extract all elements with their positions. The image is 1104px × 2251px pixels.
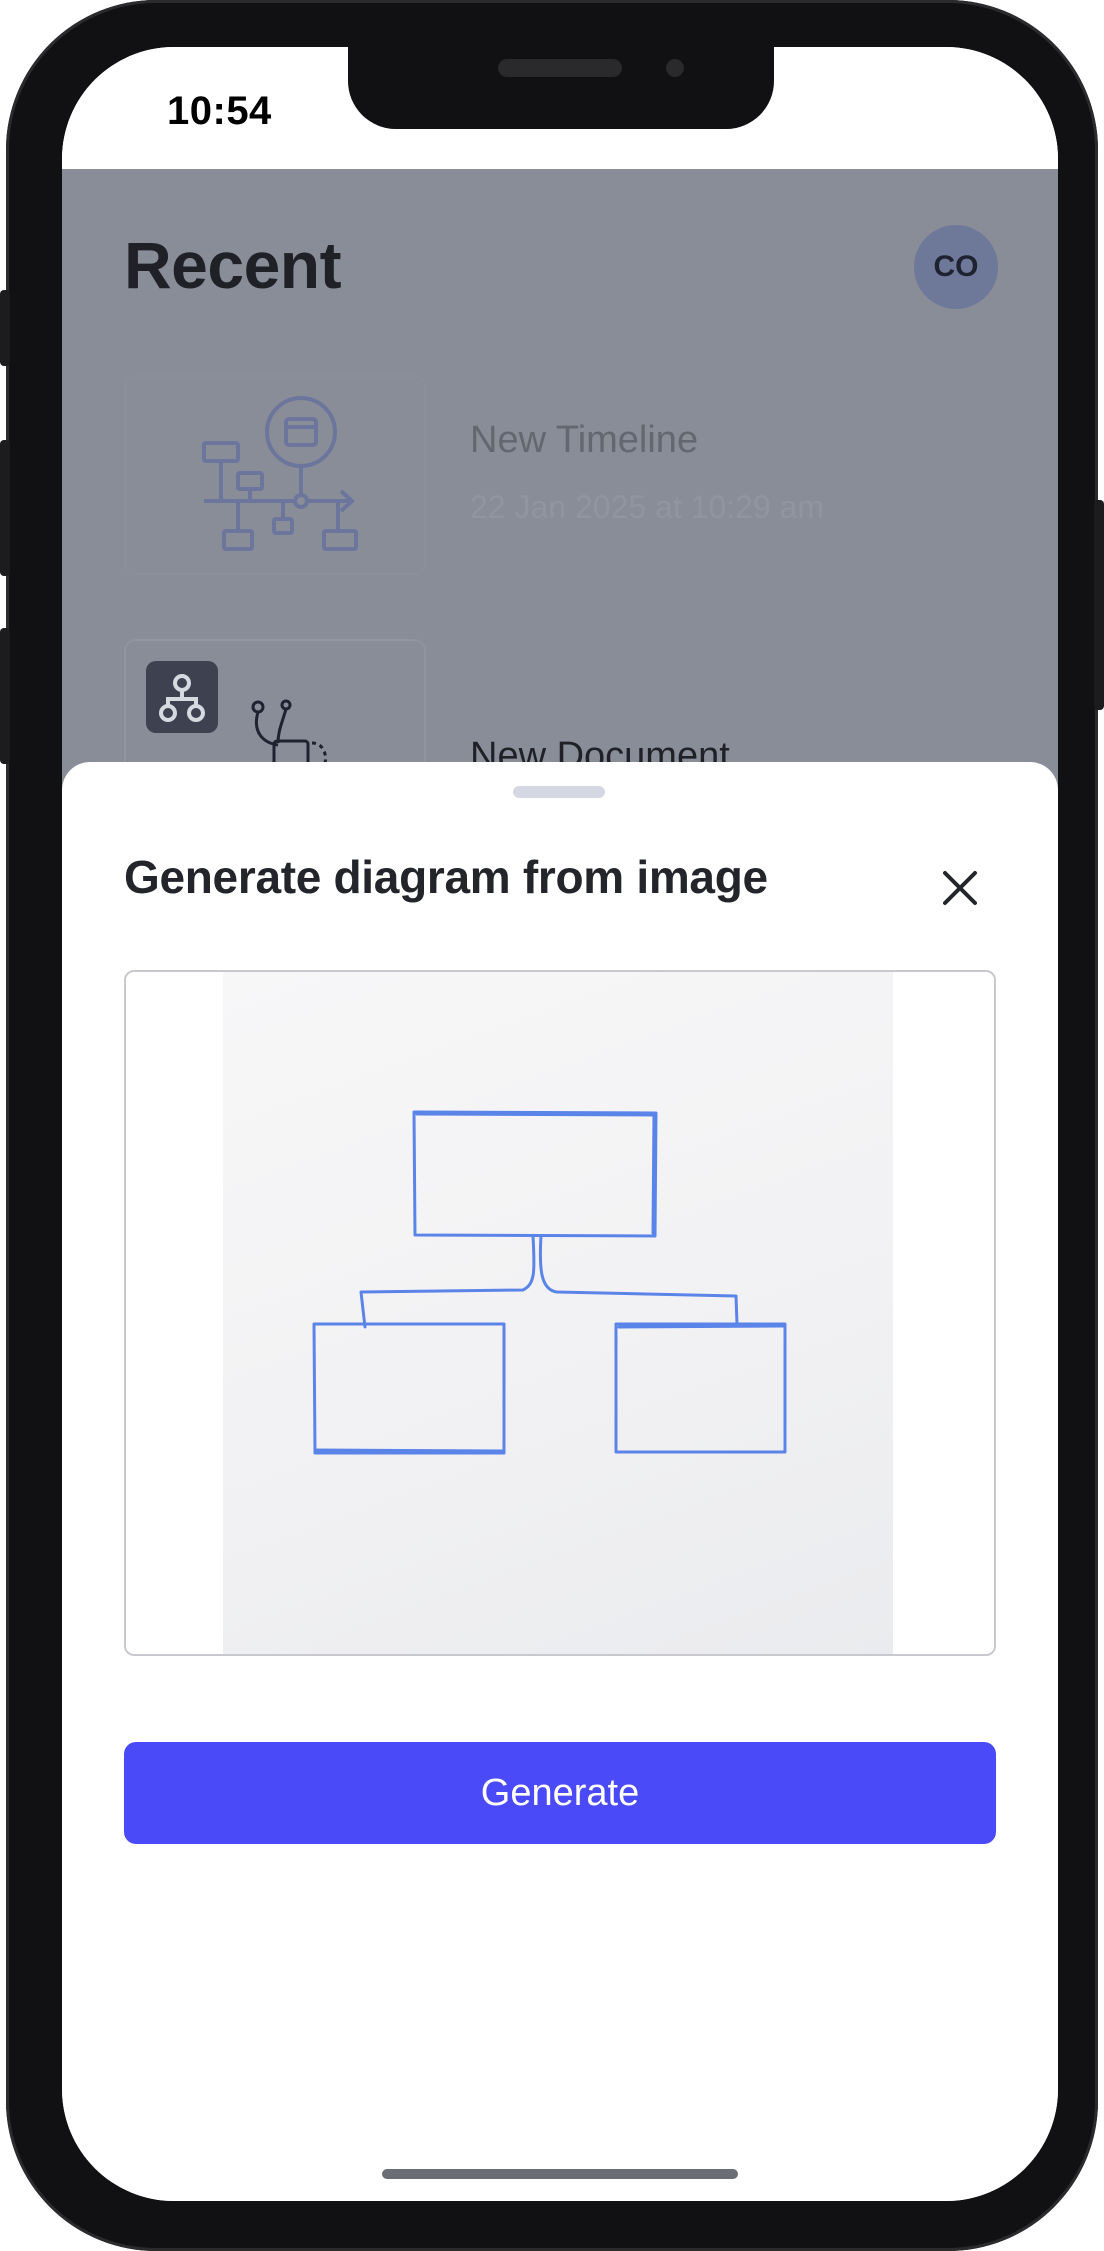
recent-item-thumbnail[interactable] bbox=[124, 639, 426, 779]
image-preview bbox=[124, 970, 996, 1656]
sheet-grabber[interactable] bbox=[513, 786, 605, 798]
uploaded-photo bbox=[223, 972, 893, 1654]
recent-item-name[interactable]: New Timeline bbox=[470, 419, 698, 462]
speaker bbox=[498, 59, 622, 77]
org-chart-icon bbox=[146, 661, 218, 733]
timeline-diagram-icon bbox=[202, 396, 358, 551]
screen: Recent CO New Timeline 22 Jan 2025 at 10… bbox=[62, 47, 1058, 2201]
hierarchy-sketch bbox=[312, 1110, 787, 1455]
status-time: 10:54 bbox=[167, 89, 272, 133]
close-icon bbox=[943, 871, 977, 905]
sheet-title: Generate diagram from image bbox=[124, 851, 768, 903]
generate-button[interactable]: Generate bbox=[124, 1742, 996, 1844]
home-indicator[interactable] bbox=[382, 2169, 738, 2179]
mute-switch bbox=[0, 290, 10, 366]
close-button[interactable] bbox=[930, 858, 990, 918]
power-button bbox=[1094, 500, 1104, 710]
volume-up-button bbox=[0, 440, 10, 576]
avatar[interactable]: CO bbox=[914, 225, 998, 309]
phone-frame: Recent CO New Timeline 22 Jan 2025 at 10… bbox=[0, 0, 1104, 2251]
recent-item-thumbnail[interactable] bbox=[124, 375, 426, 575]
page-title: Recent bbox=[124, 228, 342, 302]
notch bbox=[348, 47, 774, 129]
generate-diagram-sheet: Generate diagram from image Generate bbox=[62, 762, 1058, 2201]
recent-item-date: 22 Jan 2025 at 10:29 am bbox=[470, 489, 825, 525]
volume-down-button bbox=[0, 628, 10, 764]
front-camera bbox=[666, 59, 684, 77]
status-bar: 10:54 bbox=[62, 47, 1058, 169]
